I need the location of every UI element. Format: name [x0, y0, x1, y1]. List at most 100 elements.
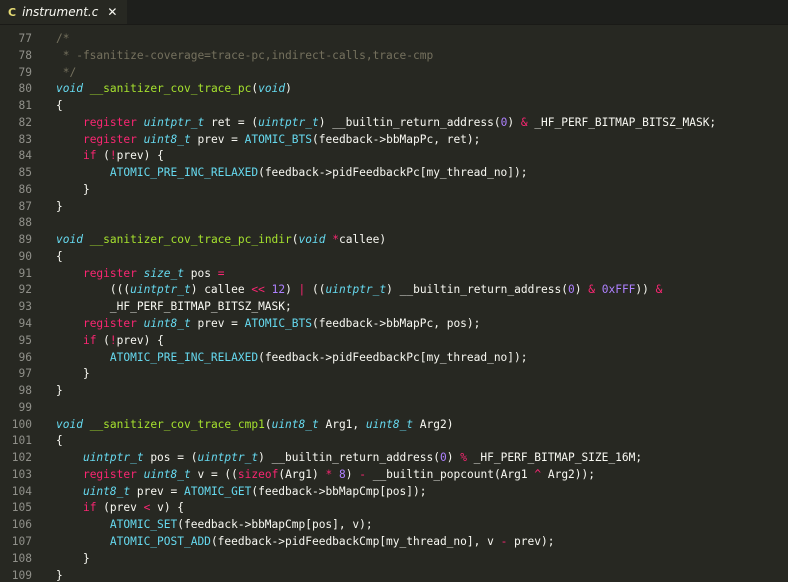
- code-token: callee): [338, 233, 387, 247]
- code-token: prev =: [130, 484, 184, 498]
- code-line[interactable]: 87}: [0, 199, 788, 216]
- code-token: ATOMIC_PRE_INC_RELAXED: [109, 350, 259, 364]
- code-token: prev);: [507, 534, 555, 548]
- code-text: }: [56, 568, 63, 582]
- code-editor[interactable]: 77 /* 78 * -fsanitize-coverage=trace-pc,in…: [0, 25, 788, 582]
- code-token: (Arg1): [278, 467, 326, 481]
- code-token: ret = (: [204, 115, 259, 129]
- code-line[interactable]: 94 register uint8_t prev = ATOMIC_BTS(fe…: [0, 316, 788, 333]
- code-token: *: [332, 233, 339, 247]
- code-token: (: [264, 417, 272, 431]
- code-token: (feedback->pidFeedbackPc[my_thread_no]);: [258, 166, 528, 180]
- code-line[interactable]: 102 uintptr_t pos = (uintptr_t) __builti…: [0, 450, 788, 467]
- code-token: (: [96, 149, 110, 163]
- close-icon[interactable]: ✕: [107, 5, 117, 19]
- code-token: _HF_PERF_BITMAP_BITSZ_MASK;: [56, 300, 292, 314]
- code-token: register: [82, 266, 137, 280]
- code-token: ): [446, 451, 461, 465]
- code-line[interactable]: 104 uint8_t prev = ATOMIC_GET(feedback->…: [0, 484, 788, 501]
- code-line[interactable]: 101 {: [0, 433, 788, 450]
- code-line[interactable]: 98}: [0, 383, 788, 400]
- line-number: 89: [18, 233, 32, 247]
- code-line[interactable]: 85 ATOMIC_PRE_INC_RELAXED(feedback->pidF…: [0, 165, 788, 182]
- code-line[interactable]: 108 }: [0, 551, 788, 568]
- code-text: }: [56, 383, 63, 400]
- code-line[interactable]: 91 register size_t pos =: [0, 266, 788, 283]
- code-line[interactable]: 84 if (!prev) {: [0, 148, 788, 165]
- tab-instrument-c[interactable]: C instrument.c ✕: [0, 0, 128, 24]
- code-text: {: [56, 98, 63, 115]
- code-line[interactable]: 89 void __sanitizer_cov_trace_pc_indir(vo…: [0, 232, 788, 249]
- line-number: 85: [18, 166, 32, 180]
- code-token: ): [507, 115, 521, 129]
- code-text: register uintptr_t ret = (uintptr_t) __b…: [56, 115, 716, 132]
- code-line[interactable]: 80 void __sanitizer_cov_trace_pc(void): [0, 81, 788, 98]
- code-token: !: [109, 333, 117, 347]
- code-token: Arg1,: [318, 417, 366, 431]
- code-token: prev =: [190, 317, 245, 331]
- code-line[interactable]: 83 register uint8_t prev = ATOMIC_BTS(fe…: [0, 132, 788, 149]
- code-token: uint8_t: [82, 484, 131, 498]
- code-token: _HF_PERF_BITMAP_BITSZ_MASK;: [527, 115, 717, 129]
- code-token: ): [285, 82, 292, 96]
- code-token: 0xFFF: [601, 283, 636, 297]
- line-number: 100: [11, 417, 32, 431]
- code-token: ) __builtin_return_address(: [386, 283, 568, 297]
- code-token: __sanitizer_cov_trace_pc: [89, 82, 252, 96]
- code-line[interactable]: 78 * -fsanitize-coverage=trace-pc,indire…: [0, 48, 788, 65]
- code-token: __sanitizer_cov_trace_pc_indir: [89, 233, 292, 247]
- code-line[interactable]: 79 */: [0, 65, 788, 82]
- code-token: ) __builtin_return_address(: [318, 115, 501, 129]
- code-token: uint8_t: [143, 132, 191, 146]
- code-token: uintptr_t: [325, 283, 387, 297]
- code-token: ((: [305, 283, 326, 297]
- code-line[interactable]: 93 _HF_PERF_BITMAP_BITSZ_MASK;: [0, 299, 788, 316]
- code-token: uintptr_t: [82, 451, 144, 465]
- code-line[interactable]: 99: [0, 400, 788, 417]
- code-line[interactable]: 109}: [0, 568, 788, 582]
- c-file-icon: C: [8, 5, 17, 19]
- code-line[interactable]: 96 ATOMIC_PRE_INC_RELAXED(feedback->pidF…: [0, 350, 788, 367]
- code-token: void: [258, 82, 286, 96]
- code-token: ATOMIC_PRE_INC_RELAXED: [109, 166, 259, 180]
- code-text: void __sanitizer_cov_trace_pc_indir(void…: [56, 232, 386, 249]
- code-token: if: [82, 149, 97, 163]
- code-token: __sanitizer_cov_trace_cmp1: [89, 417, 265, 431]
- code-line[interactable]: 82 register uintptr_t ret = (uintptr_t) …: [0, 115, 788, 132]
- code-text: void __sanitizer_cov_trace_pc(void): [56, 81, 292, 98]
- code-line[interactable]: 92 (((uintptr_t) callee << 12) | ((uintp…: [0, 282, 788, 299]
- code-line[interactable]: 105 if (prev < v) {: [0, 500, 788, 517]
- code-line[interactable]: 97 }: [0, 366, 788, 383]
- code-line[interactable]: 90 {: [0, 249, 788, 266]
- line-number: 104: [11, 484, 32, 498]
- code-line[interactable]: 100 void __sanitizer_cov_trace_cmp1(uint8…: [0, 417, 788, 434]
- line-number: 87: [18, 199, 32, 213]
- code-token: }: [56, 384, 63, 398]
- code-line[interactable]: 95 if (!prev) {: [0, 333, 788, 350]
- code-token: uint8_t: [271, 417, 319, 431]
- code-text: ATOMIC_POST_ADD(feedback->pidFeedbackCmp…: [56, 534, 555, 551]
- code-line[interactable]: 103 register uint8_t v = ((sizeof(Arg1) …: [0, 467, 788, 484]
- code-line[interactable]: 81 {: [0, 98, 788, 115]
- code-token: ) callee: [190, 283, 252, 297]
- code-line[interactable]: 106 ATOMIC_SET(feedback->bbMapCmp[pos], …: [0, 517, 788, 534]
- code-line[interactable]: 86 }: [0, 182, 788, 199]
- code-text: uint8_t prev = ATOMIC_GET(feedback->bbMa…: [56, 484, 427, 501]
- code-line[interactable]: 77 /*: [0, 31, 788, 48]
- code-line[interactable]: 88: [0, 215, 788, 232]
- code-line[interactable]: 107 ATOMIC_POST_ADD(feedback->pidFeedbac…: [0, 534, 788, 551]
- code-token: (feedback->bbMapPc, pos);: [312, 317, 481, 331]
- line-number: 98: [18, 384, 32, 398]
- line-number: 101: [11, 434, 32, 448]
- line-number: 90: [18, 249, 32, 263]
- code-token: Arg2));: [541, 467, 595, 481]
